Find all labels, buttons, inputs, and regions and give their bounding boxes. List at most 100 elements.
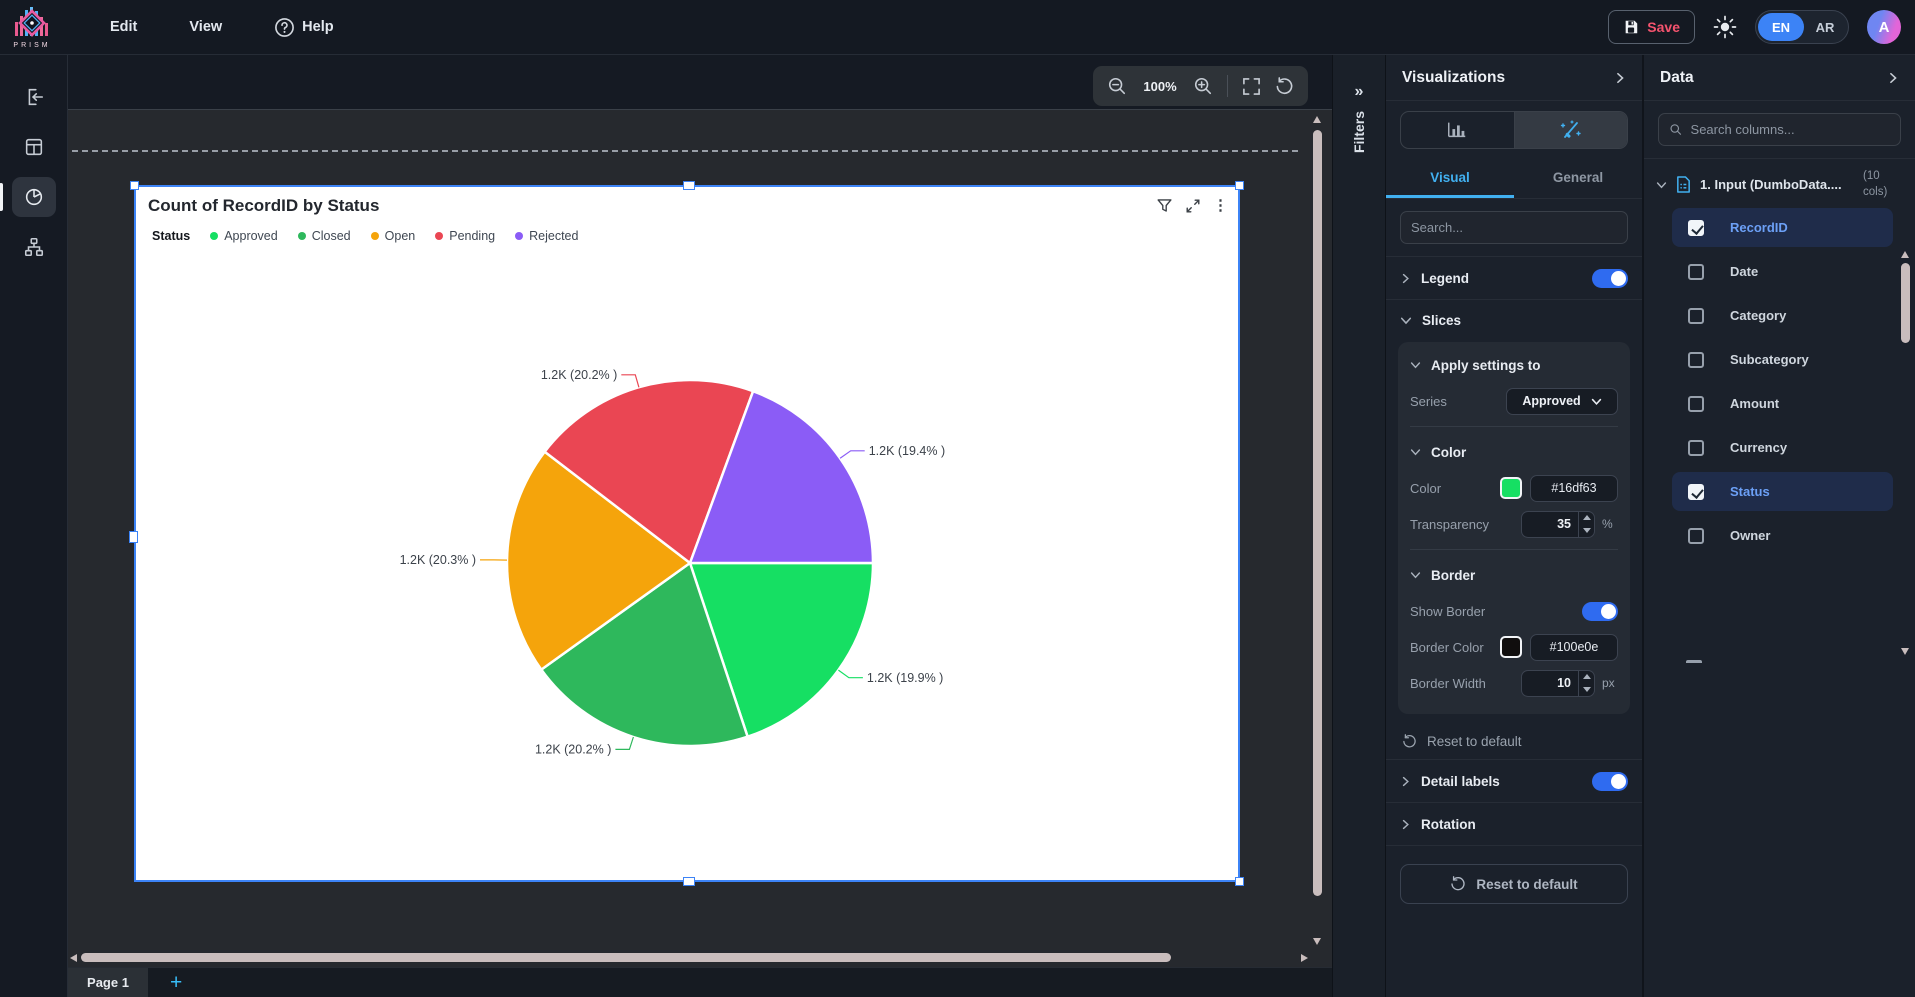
transparency-increment[interactable] <box>1579 512 1594 525</box>
save-button[interactable]: Save <box>1608 10 1695 44</box>
data-search[interactable] <box>1658 113 1901 146</box>
menu-edit[interactable]: Edit <box>110 19 137 35</box>
border-color-label: Border Color <box>1410 639 1484 655</box>
transparency-input[interactable]: 35 <box>1521 510 1595 538</box>
checkbox-icon[interactable] <box>1688 351 1704 368</box>
canvas-horizontal-scrollbar[interactable] <box>68 953 1310 963</box>
slices-reset-link[interactable]: Reset to default <box>1386 724 1642 759</box>
theme-toggle-sun-icon[interactable] <box>1713 15 1737 39</box>
collapse-data-icon[interactable] <box>1887 72 1899 84</box>
zoom-in-button[interactable] <box>1193 76 1213 96</box>
data-scroll-thumb[interactable] <box>1901 263 1910 343</box>
data-panel-scrollbar[interactable] <box>1686 251 1910 663</box>
color-section-header[interactable]: Color <box>1410 435 1618 469</box>
chart-type-bar-button[interactable] <box>1401 112 1514 148</box>
dataset-row[interactable]: 1. Input (DumboData.... (10 cols) <box>1644 159 1915 208</box>
border-color-hex-input[interactable] <box>1530 633 1618 661</box>
add-page-button[interactable]: + <box>170 972 182 993</box>
column-row-status[interactable]: Status <box>1672 472 1893 512</box>
scroll-left-arrow[interactable] <box>70 954 77 962</box>
tab-visual[interactable]: Visual <box>1386 159 1514 198</box>
report-canvas[interactable]: Count of RecordID by Status ⋮ Status App… <box>68 110 1332 997</box>
rail-collapse-button[interactable] <box>12 77 56 117</box>
rail-layout-button[interactable] <box>12 127 56 167</box>
legend-toggle[interactable] <box>1592 268 1628 288</box>
filters-label[interactable]: Filters <box>1351 111 1367 153</box>
horizontal-scroll-thumb[interactable] <box>81 953 1171 962</box>
column-row-owner[interactable]: Owner <box>1672 516 1893 555</box>
reset-to-default-button[interactable]: Reset to default <box>1400 864 1628 904</box>
smart-formatting-button[interactable] <box>1513 112 1627 148</box>
prism-logo[interactable]: PRISM <box>6 6 58 49</box>
checkbox-icon[interactable] <box>1688 527 1704 544</box>
border-width-label: Border Width <box>1410 675 1486 691</box>
resize-handle-top-right[interactable] <box>1235 181 1244 190</box>
border-width-decrement[interactable] <box>1579 683 1594 696</box>
section-slices[interactable]: Slices <box>1386 300 1642 340</box>
show-border-toggle[interactable] <box>1582 601 1618 621</box>
visual-settings-search[interactable] <box>1400 211 1628 244</box>
resize-handle-top[interactable] <box>683 181 695 190</box>
series-dropdown[interactable]: Approved <box>1506 387 1618 415</box>
apply-settings-header[interactable]: Apply settings to <box>1410 348 1618 382</box>
column-row-amount[interactable]: Amount <box>1672 384 1893 423</box>
resize-handle-bottom-right[interactable] <box>1235 877 1244 886</box>
border-section-header[interactable]: Border <box>1410 558 1618 592</box>
lang-en-button[interactable]: EN <box>1758 13 1804 41</box>
scroll-up-arrow[interactable] <box>1901 251 1909 258</box>
pages-bar: Page 1 + <box>68 967 1332 997</box>
fullscreen-button[interactable] <box>1242 77 1261 96</box>
pie-label-leader-approved <box>838 669 863 679</box>
section-legend[interactable]: Legend <box>1386 257 1642 299</box>
collapse-visualizations-icon[interactable] <box>1614 72 1626 84</box>
visual-settings-search-input[interactable] <box>1411 220 1617 235</box>
menu-help[interactable]: Help <box>274 17 334 38</box>
save-icon <box>1625 20 1638 34</box>
border-width-unit: px <box>1602 676 1615 690</box>
slice-color-swatch[interactable] <box>1500 477 1522 499</box>
rail-charts-button[interactable] <box>0 177 56 217</box>
tab-general[interactable]: General <box>1514 159 1642 198</box>
resize-handle-bottom[interactable] <box>683 877 695 886</box>
checkbox-icon[interactable] <box>1688 439 1704 456</box>
column-row-recordid[interactable]: RecordID <box>1672 208 1893 248</box>
scroll-down-arrow[interactable] <box>1901 648 1909 655</box>
page-tab-1[interactable]: Page 1 <box>68 967 148 997</box>
column-row-category[interactable]: Category <box>1672 296 1893 335</box>
reset-view-button[interactable] <box>1275 76 1294 96</box>
column-row-subcategory[interactable]: Subcategory <box>1672 340 1893 379</box>
menu-view[interactable]: View <box>189 19 222 35</box>
filters-expand-icon[interactable]: » <box>1355 83 1364 101</box>
resize-handle-left[interactable] <box>129 531 138 543</box>
border-width-increment[interactable] <box>1579 671 1594 684</box>
column-row-currency[interactable]: Currency <box>1672 428 1893 467</box>
column-row-date[interactable]: Date <box>1672 252 1893 291</box>
checkbox-icon[interactable] <box>1688 395 1704 412</box>
detail-labels-toggle[interactable] <box>1592 771 1628 791</box>
checkbox-icon[interactable] <box>1688 307 1704 324</box>
canvas-vertical-scrollbar[interactable] <box>1313 116 1322 945</box>
scroll-down-arrow[interactable] <box>1313 938 1321 945</box>
border-color-swatch[interactable] <box>1500 636 1522 658</box>
pie-chart-widget[interactable]: Count of RecordID by Status ⋮ Status App… <box>129 181 1244 886</box>
zoom-out-button[interactable] <box>1107 76 1127 96</box>
section-rotation[interactable]: Rotation <box>1386 803 1642 845</box>
lang-ar-button[interactable]: AR <box>1804 20 1846 35</box>
avatar[interactable]: A <box>1867 10 1901 44</box>
collapse-panel-icon <box>28 88 43 106</box>
rail-flow-button[interactable] <box>12 227 56 267</box>
data-search-input[interactable] <box>1690 122 1890 137</box>
reset-icon <box>1451 876 1465 891</box>
border-width-input[interactable]: 10 <box>1521 669 1595 697</box>
checkbox-checked-icon[interactable] <box>1688 219 1704 236</box>
chevron-down-icon <box>1410 362 1421 369</box>
slice-color-hex-input[interactable] <box>1530 474 1618 502</box>
scroll-up-arrow[interactable] <box>1313 116 1321 123</box>
transparency-decrement[interactable] <box>1579 524 1594 537</box>
scroll-right-arrow[interactable] <box>1301 954 1308 962</box>
checkbox-icon[interactable] <box>1688 263 1704 280</box>
section-detail-labels[interactable]: Detail labels <box>1386 760 1642 802</box>
vertical-scroll-thumb[interactable] <box>1313 130 1322 896</box>
checkbox-checked-icon[interactable] <box>1688 483 1704 500</box>
resize-handle-top-left[interactable] <box>130 181 139 190</box>
